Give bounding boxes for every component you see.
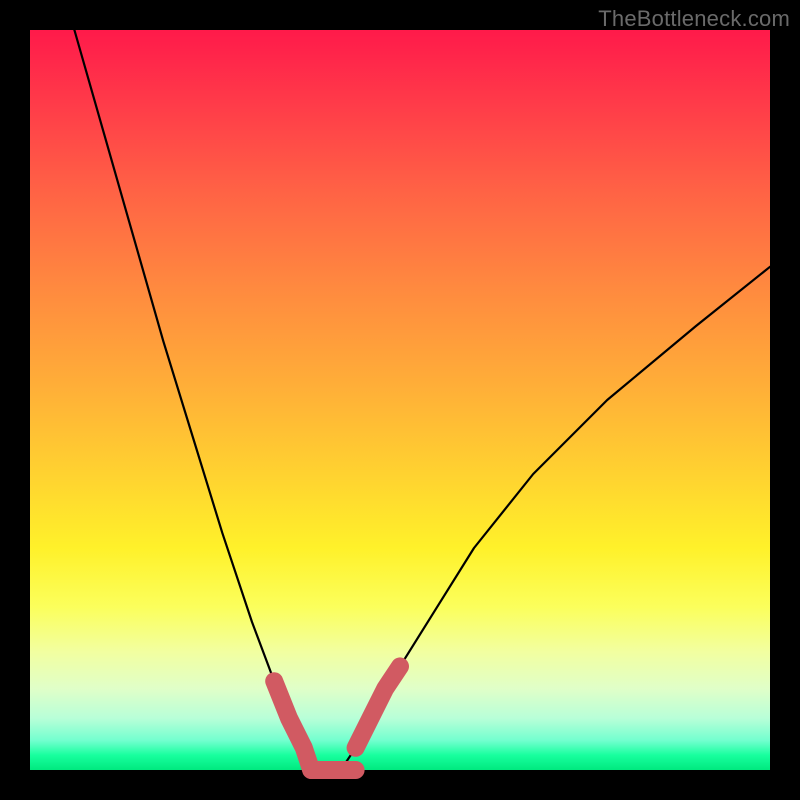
highlight-right: [356, 666, 400, 747]
curve-layer: [30, 30, 770, 770]
highlight-left: [274, 681, 311, 770]
plot-area: [30, 30, 770, 770]
chart-frame: TheBottleneck.com: [0, 0, 800, 800]
bottleneck-curve: [74, 30, 770, 770]
watermark-text: TheBottleneck.com: [598, 6, 790, 32]
